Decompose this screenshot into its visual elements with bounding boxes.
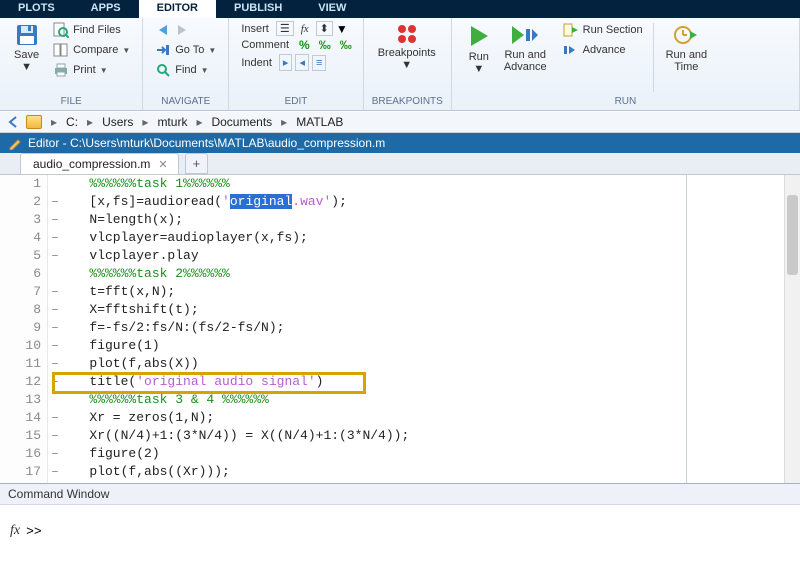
goto-icon (155, 42, 171, 58)
comment-pct-icon[interactable]: % (296, 38, 313, 52)
run-and-advance-button[interactable]: Run and Advance (498, 21, 553, 75)
insert-button[interactable]: Insert (237, 22, 273, 36)
wrap-comment-icon[interactable]: ‰ (337, 38, 355, 52)
uncomment-icon[interactable]: ‰ (316, 38, 334, 52)
editor-title-bar: Editor - C:\Users\mturk\Documents\MATLAB… (0, 133, 800, 153)
editor-pencil-icon (8, 136, 22, 150)
run-time-icon (673, 23, 699, 47)
editor-title: Editor - C:\Users\mturk\Documents\MATLAB… (28, 136, 385, 150)
tab-publish[interactable]: PUBLISH (216, 0, 300, 18)
crumb-0[interactable]: C: (66, 115, 78, 129)
tab-apps[interactable]: APPS (73, 0, 139, 18)
run-and-time-label: Run and Time (666, 49, 708, 73)
goto-button[interactable]: Go To▼ (151, 41, 220, 59)
line-number-gutter: 1234567891011121314151617 (0, 175, 48, 483)
breakpoints-icon (396, 23, 418, 45)
group-breakpoints-label: BREAKPOINTS (372, 94, 443, 110)
run-and-advance-label: Run and Advance (504, 49, 547, 73)
find-button[interactable]: Find▼ (151, 61, 220, 79)
comment-button[interactable]: Comment (237, 38, 293, 52)
file-tab-label: audio_compression.m (33, 157, 150, 171)
save-icon (15, 23, 39, 47)
find-files-button[interactable]: Find Files (49, 21, 134, 39)
command-window-header: Command Window (0, 483, 800, 505)
fx-icon[interactable]: fx (10, 523, 20, 539)
crumb-4[interactable]: MATLAB (296, 115, 343, 129)
run-icon (466, 23, 492, 49)
file-tab-active[interactable]: audio_compression.m ✕ (20, 153, 179, 174)
print-button[interactable]: Print▼ (49, 61, 134, 79)
run-and-time-button[interactable]: Run and Time (660, 21, 714, 75)
advance-icon (563, 42, 579, 58)
ribbon: Save▼ Find Files Compare▼ Print▼ FILE Go… (0, 18, 800, 111)
back-small-icon[interactable] (6, 115, 20, 129)
group-navigate-label: NAVIGATE (151, 94, 220, 110)
command-prompt: >> (26, 524, 42, 539)
compare-button[interactable]: Compare▼ (49, 41, 134, 59)
save-button[interactable]: Save▼ (8, 21, 45, 75)
run-section-icon (563, 22, 579, 38)
tab-plots[interactable]: PLOTS (0, 0, 73, 18)
crumb-3[interactable]: Documents (211, 115, 272, 129)
smart-indent-icon[interactable]: ≡ (312, 55, 326, 71)
insert-heading-icon[interactable]: ⬍ (316, 21, 333, 36)
breakpoints-button[interactable]: Breakpoints▼ (372, 21, 442, 73)
run-label: Run (469, 51, 489, 63)
crumb-1[interactable]: Users (102, 115, 133, 129)
run-advance-icon (510, 23, 540, 47)
insert-section-icon[interactable]: ☰ (276, 21, 294, 36)
folder-icon[interactable] (26, 115, 42, 129)
print-icon (53, 62, 69, 78)
indent-button[interactable]: Indent (237, 56, 276, 70)
find-files-icon (53, 22, 69, 38)
advance-button[interactable]: Advance (559, 41, 647, 59)
editor-scrollbar[interactable] (784, 175, 800, 483)
indent-less-icon[interactable]: ◂ (295, 54, 309, 71)
code-editor[interactable]: 1234567891011121314151617 ––––––––––––––… (0, 175, 800, 483)
find-icon (155, 62, 171, 78)
tab-view[interactable]: VIEW (300, 0, 364, 18)
close-tab-icon[interactable]: ✕ (158, 158, 167, 171)
breakpoints-label: Breakpoints (378, 47, 436, 59)
fold-gutter: –––––––––––––– (48, 175, 62, 483)
nav-fwd-icon[interactable] (174, 23, 190, 37)
nav-back-icon[interactable] (155, 23, 171, 37)
run-button[interactable]: Run▼ (460, 21, 498, 77)
tab-editor[interactable]: EDITOR (139, 0, 216, 18)
scroll-thumb[interactable] (787, 195, 798, 275)
compare-icon (53, 42, 69, 58)
group-run-label: RUN (460, 94, 791, 110)
main-tab-bar: PLOTS APPS EDITOR PUBLISH VIEW (0, 0, 800, 18)
command-window[interactable]: fx >> (0, 505, 800, 557)
new-tab-button[interactable]: + (185, 153, 209, 174)
group-file-label: FILE (8, 94, 134, 110)
crumb-2[interactable]: mturk (157, 115, 187, 129)
group-edit-label: EDIT (237, 94, 354, 110)
insert-fx-button[interactable]: fx (297, 22, 313, 36)
code-content[interactable]: %%%%%%task 1%%%%%% [x,fs]=audioread('ori… (62, 175, 800, 483)
address-bar: ▸ C:▸ Users▸ mturk▸ Documents▸ MATLAB (0, 111, 800, 133)
indent-more-icon[interactable]: ▸ (279, 54, 293, 71)
run-section-button[interactable]: Run Section (559, 21, 647, 39)
file-tab-strip: audio_compression.m ✕ + (0, 153, 800, 175)
save-label: Save (14, 49, 39, 61)
